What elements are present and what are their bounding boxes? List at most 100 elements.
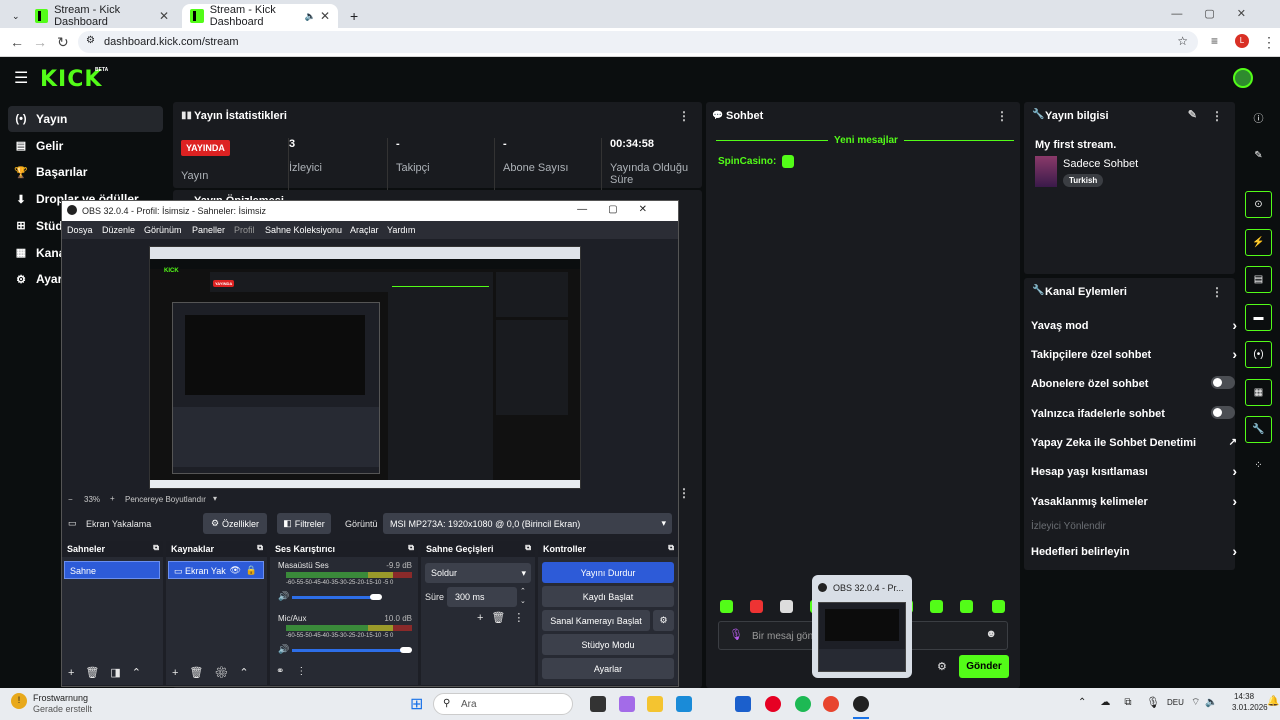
clock-date[interactable]: 3.01.2026 bbox=[1232, 703, 1268, 712]
reading-list-icon[interactable]: ≡ bbox=[1211, 34, 1218, 48]
start-virtual-camera-button[interactable]: Sanal Kamerayı Başlat bbox=[542, 610, 650, 631]
start-recording-button[interactable]: Kaydı Başlat bbox=[542, 586, 674, 607]
broadcast-icon[interactable]: (•) bbox=[1245, 341, 1272, 368]
edit-icon[interactable]: ✎ bbox=[1188, 108, 1197, 121]
lock-icon[interactable]: 🔒 bbox=[246, 565, 257, 576]
window-controls[interactable]: —▢✕ bbox=[1171, 7, 1268, 20]
undock-icon[interactable]: ⧉ bbox=[408, 543, 414, 553]
file-explorer-icon[interactable] bbox=[590, 696, 606, 712]
site-info-icon[interactable]: ⚙ bbox=[86, 35, 95, 46]
speaker-icon[interactable]: 🔊 bbox=[278, 591, 289, 602]
browser-tab-1[interactable]: Stream - Kick Dashboard ✕ bbox=[27, 4, 177, 28]
scene-item[interactable]: Sahne bbox=[64, 561, 160, 579]
emote-button[interactable] bbox=[960, 600, 973, 613]
chat-settings-icon[interactable]: ⚙ bbox=[937, 660, 947, 673]
undock-icon[interactable]: ⧉ bbox=[153, 543, 159, 553]
channel-action-item[interactable]: Yavaş mod › bbox=[1031, 317, 1237, 333]
more-options-icon[interactable]: ⋮ bbox=[1211, 285, 1223, 299]
forward-icon[interactable]: → bbox=[33, 34, 47, 50]
obs-menu-item[interactable]: Yardım bbox=[387, 225, 415, 235]
channel-action-item[interactable]: Yapay Zeka ile Sohbet Denetimi ↗ bbox=[1031, 437, 1237, 449]
emote-button[interactable] bbox=[780, 600, 793, 613]
transition-select[interactable]: Soldur ▾ bbox=[425, 563, 531, 583]
mixer-toolbar-buttons[interactable]: ⚭⋮ bbox=[276, 666, 318, 677]
sidebar-item-2[interactable]: 🏆 Başarılar bbox=[8, 159, 163, 185]
volume-knob[interactable] bbox=[400, 647, 412, 653]
send-button[interactable]: Gönder bbox=[959, 655, 1009, 678]
zoom-out-button[interactable]: − bbox=[68, 495, 73, 504]
duration-input[interactable]: 300 ms bbox=[447, 587, 517, 607]
channel-action-item[interactable]: Yasaklanmış kelimeler › bbox=[1031, 493, 1237, 509]
undock-icon[interactable]: ⧉ bbox=[668, 543, 674, 553]
pinterest-icon[interactable] bbox=[765, 696, 781, 712]
photos-icon[interactable] bbox=[735, 696, 751, 712]
display-select[interactable]: MSI MP273A: 1920x1080 @ 0,0 (Birincil Ek… bbox=[383, 513, 672, 534]
dots-cluster-icon[interactable]: ⁘ bbox=[1245, 452, 1272, 479]
toggle-switch[interactable] bbox=[1211, 376, 1235, 389]
undock-icon[interactable]: ⧉ bbox=[525, 543, 531, 553]
filters-button[interactable]: ◧ Filtreler bbox=[277, 513, 331, 534]
copilot-icon[interactable] bbox=[619, 696, 635, 712]
chevron-down-icon[interactable]: ▾ bbox=[213, 494, 217, 503]
more-options-icon[interactable]: ⋮ bbox=[678, 486, 690, 500]
studio-mode-button[interactable]: Stüdyo Modu bbox=[542, 634, 674, 655]
mic-icon[interactable]: 🎙 bbox=[1146, 696, 1160, 709]
speaker-icon[interactable]: 🔈 bbox=[305, 11, 316, 22]
menu-icon[interactable]: ⋮ bbox=[1262, 34, 1276, 51]
new-tab-button[interactable]: + bbox=[342, 4, 364, 28]
chat-username[interactable]: SpinCasino: bbox=[718, 156, 776, 167]
gear-icon[interactable]: ⚙ bbox=[653, 610, 674, 631]
pen-icon[interactable]: ✎ bbox=[1245, 142, 1272, 169]
hamburger-icon[interactable]: ☰ bbox=[14, 68, 28, 88]
zoom-in-button[interactable]: + bbox=[110, 494, 115, 503]
weather-title[interactable]: Frostwarnung bbox=[33, 693, 88, 703]
edge-icon[interactable] bbox=[676, 696, 692, 712]
obs-menu-item[interactable]: Araçlar bbox=[350, 225, 379, 235]
settings-button[interactable]: Ayarlar bbox=[542, 658, 674, 679]
emote-button[interactable] bbox=[992, 600, 1005, 613]
obs-menu-item[interactable]: Paneller bbox=[192, 225, 225, 235]
info-icon[interactable]: ⓘ bbox=[1245, 104, 1272, 131]
obs-preview-canvas[interactable]: KICK YAYINDA bbox=[149, 246, 581, 489]
category-thumbnail[interactable] bbox=[1035, 156, 1057, 187]
volume-slider[interactable] bbox=[292, 649, 404, 652]
undock-icon[interactable]: ⧉ bbox=[257, 543, 263, 553]
emoji-icon[interactable]: ☻ bbox=[985, 628, 997, 640]
properties-button[interactable]: ⚙ Özellikler bbox=[203, 513, 267, 534]
browser-tab-2[interactable]: Stream - Kick Dashboard 🔈 ✕ bbox=[182, 4, 338, 28]
obs-menu-item[interactable]: Görünüm bbox=[144, 225, 182, 235]
duration-stepper[interactable]: ⌃ ⌄ bbox=[520, 587, 526, 607]
emote-button[interactable] bbox=[720, 600, 733, 613]
layout-icon[interactable]: ▦ bbox=[1245, 379, 1272, 406]
windows-start-icon[interactable]: ⊞ bbox=[410, 694, 423, 714]
clock-time[interactable]: 14:38 bbox=[1234, 692, 1254, 701]
channel-action-item[interactable]: Yalnızca ifadelerle sohbet bbox=[1031, 406, 1235, 420]
channel-action-item[interactable]: Takipçilere özel sohbet › bbox=[1031, 346, 1237, 362]
back-icon[interactable]: ← bbox=[10, 34, 24, 50]
speaker-icon[interactable]: 🔊 bbox=[278, 644, 289, 655]
volume-slider[interactable] bbox=[292, 596, 374, 599]
close-icon[interactable]: ✕ bbox=[159, 9, 169, 23]
weather-warning-icon[interactable]: ! bbox=[11, 693, 27, 709]
capture-icon[interactable]: ⊙ bbox=[1245, 191, 1272, 218]
stop-streaming-button[interactable]: Yayını Durdur bbox=[542, 562, 674, 583]
obs-window-controls[interactable]: —▢✕ bbox=[577, 204, 668, 215]
category-name[interactable]: Sadece Sohbet bbox=[1063, 158, 1138, 170]
source-item[interactable]: ▭ Ekran Yak 👁 🔒 bbox=[168, 561, 264, 579]
sidebar-item-1[interactable]: ▤ Gelir bbox=[8, 133, 163, 159]
lightning-icon[interactable]: ⚡ bbox=[1245, 229, 1272, 256]
more-options-icon[interactable]: ⋮ bbox=[1211, 109, 1223, 123]
obs-menu-item[interactable]: Sahne Koleksiyonu bbox=[265, 225, 342, 235]
url-input[interactable]: ⚙ dashboard.kick.com/stream ☆ bbox=[78, 31, 1198, 53]
obs-taskbar-icon[interactable] bbox=[853, 696, 869, 712]
eye-icon[interactable]: 👁 bbox=[230, 565, 241, 576]
microphone-icon[interactable]: 🎙 bbox=[729, 628, 743, 641]
network-volume-icons[interactable]: ⌔🔈 bbox=[1191, 696, 1223, 709]
sidebar-item-0[interactable]: (•) Yayın bbox=[8, 106, 163, 132]
chat-bubble-icon[interactable]: ▬ bbox=[1245, 304, 1272, 331]
channel-action-item[interactable]: Abonelere özel sohbet bbox=[1031, 376, 1235, 390]
bookmark-star-icon[interactable]: ☆ bbox=[1177, 34, 1188, 48]
obs-menu-item[interactable]: Profil bbox=[234, 225, 255, 235]
channel-action-item[interactable]: Hesap yaşı kısıtlaması › bbox=[1031, 463, 1237, 479]
volume-knob[interactable] bbox=[370, 594, 382, 600]
